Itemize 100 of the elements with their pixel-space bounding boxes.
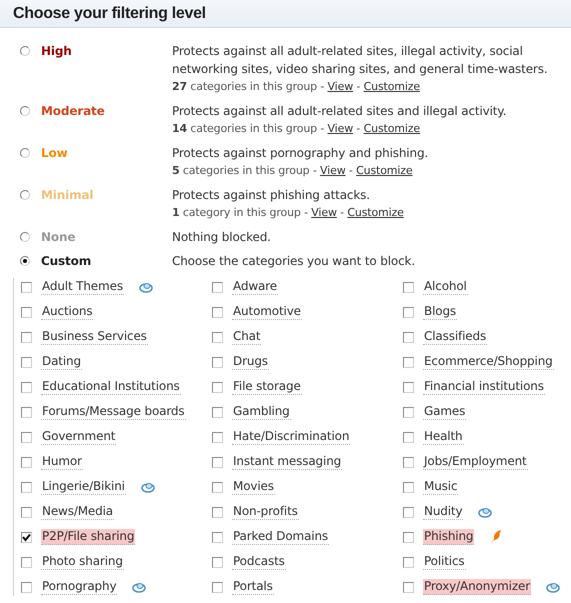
checkbox[interactable] (21, 506, 32, 518)
checkbox[interactable] (21, 306, 32, 318)
category-label: Business Services (41, 329, 148, 345)
checkbox[interactable] (212, 532, 223, 542)
level-description: Nothing blocked. (172, 229, 272, 246)
level-name: Moderate (41, 103, 106, 120)
checkbox[interactable] (21, 556, 32, 568)
category-label: Instant messaging (232, 454, 342, 470)
level-name: Minimal (41, 187, 94, 204)
checkbox[interactable] (212, 406, 223, 418)
category-label: Proxy/Anonymizer (423, 579, 532, 595)
level-link[interactable]: View (311, 206, 337, 219)
category-label: Parked Domains (232, 529, 330, 545)
category-label: Adware (232, 279, 278, 295)
checkbox[interactable] (21, 406, 32, 418)
category-label: File storage (232, 379, 302, 395)
category-label: Alcohol (423, 279, 468, 295)
checkbox[interactable] (403, 532, 414, 542)
radio-button[interactable] (20, 256, 30, 266)
checkbox[interactable] (212, 432, 223, 442)
category-label: Photo sharing (41, 554, 124, 570)
level-link[interactable]: Customize (364, 122, 420, 135)
category-label: Government (41, 429, 116, 445)
category-label: Podcasts (232, 554, 286, 570)
category-label: News/Media (41, 504, 114, 520)
checkbox[interactable] (21, 482, 32, 492)
checkbox[interactable] (21, 456, 32, 468)
checkbox[interactable] (212, 456, 223, 468)
checkbox[interactable] (403, 282, 414, 292)
category-label: Jobs/Employment (423, 454, 528, 470)
checkbox[interactable] (403, 556, 414, 568)
category-label: Humor (41, 454, 83, 470)
checkbox[interactable] (21, 582, 32, 592)
radio-button[interactable] (20, 106, 30, 116)
level-description: Protects against phishing attacks. (172, 187, 371, 204)
category-label: P2P/File sharing (41, 529, 136, 545)
category-label: Chat (232, 329, 262, 345)
level-link[interactable]: Customize (347, 206, 404, 219)
checkbox[interactable] (403, 406, 414, 418)
level-name: Custom (41, 253, 92, 270)
checkbox[interactable] (212, 582, 223, 592)
checkbox[interactable] (212, 482, 223, 492)
category-label: Ecommerce/Shopping (423, 354, 554, 370)
checkbox[interactable] (21, 282, 32, 292)
category-label: Games (423, 404, 466, 420)
level-description: Protects against all adult-related sites and illegal activity. (172, 103, 508, 120)
eye-icon (478, 506, 492, 518)
category-label: Dating (41, 354, 82, 370)
level-link[interactable]: View (320, 164, 346, 177)
checkbox[interactable] (403, 382, 414, 392)
eye-icon (546, 582, 560, 592)
checkbox[interactable] (403, 432, 414, 442)
checkbox[interactable] (212, 356, 223, 368)
category-label: Educational Institutions (41, 379, 181, 395)
category-label: Pornography (41, 579, 118, 595)
checkbox[interactable] (403, 482, 414, 492)
level-link[interactable]: View (328, 122, 354, 135)
radio-button[interactable] (20, 190, 30, 200)
category-label: Portals (232, 579, 274, 595)
category-count: 5 categories in this group - View - Customize (172, 163, 414, 179)
category-label: Nudity (423, 504, 464, 520)
page-title: Choose your filtering level (13, 4, 206, 22)
level-description: Protects against all adult-related sites, illegal activity, social networking sites, video sharing sites, and general time-wasters. (172, 43, 548, 78)
level-link[interactable]: Customize (356, 164, 412, 177)
category-label: Lingerie/Bikini (41, 479, 126, 495)
checkbox[interactable] (21, 382, 32, 392)
checkbox[interactable] (21, 332, 32, 342)
checkbox[interactable] (403, 306, 414, 318)
checkbox[interactable] (403, 582, 414, 592)
category-label: Politics (423, 554, 466, 570)
checkbox[interactable] (212, 306, 223, 318)
checkbox[interactable] (212, 382, 223, 392)
radio-button[interactable] (20, 232, 30, 242)
category-label: Hate/Discrimination (232, 429, 350, 445)
checkbox[interactable] (212, 332, 223, 342)
level-link[interactable]: Customize (364, 80, 420, 93)
checkbox[interactable] (403, 356, 414, 368)
checkbox[interactable] (212, 506, 223, 518)
category-count: 14 categories in this group - View - Customize (172, 121, 421, 137)
category-label: Blogs (423, 304, 458, 320)
checkbox[interactable] (21, 356, 32, 368)
checkbox[interactable] (403, 456, 414, 468)
checkbox[interactable] (403, 332, 414, 342)
category-label: Classifieds (423, 329, 488, 345)
checkbox[interactable] (403, 506, 414, 518)
checkbox[interactable] (21, 432, 32, 442)
checkbox[interactable] (21, 532, 32, 542)
checkbox[interactable] (212, 282, 223, 292)
category-label: Automotive (232, 304, 302, 320)
eye-icon (138, 282, 153, 292)
level-description: Choose the categories you want to block. (172, 253, 416, 270)
category-label: Forums/Message boards (41, 404, 186, 420)
category-label: Gambling (232, 404, 291, 420)
checkbox[interactable] (212, 556, 223, 568)
radio-button[interactable] (20, 148, 30, 158)
radio-button[interactable] (20, 46, 30, 56)
level-link[interactable]: View (328, 80, 354, 93)
category-label: Non-profits (232, 504, 299, 520)
category-count: 27 categories in this group - View - Customize (172, 79, 421, 95)
category-label: Auctions (41, 304, 94, 320)
